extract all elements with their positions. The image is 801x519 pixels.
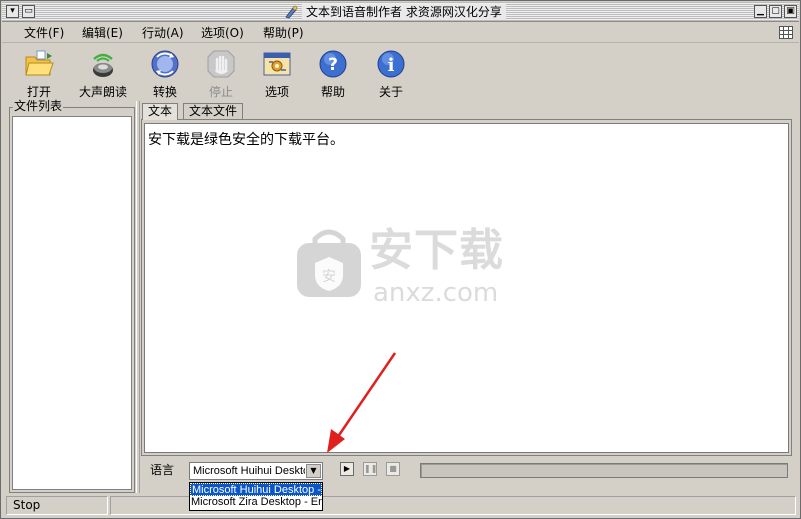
toolbar: 打开 大声朗读 转换 停止 选项 ? 帮助 i 关于 <box>7 45 417 101</box>
read-aloud-button[interactable]: 大声朗读 <box>73 45 133 101</box>
options-button[interactable]: 选项 <box>253 45 301 101</box>
convert-button[interactable]: 转换 <box>141 45 189 101</box>
help-icon: ? <box>319 50 347 78</box>
open-label: 打开 <box>26 85 51 99</box>
system-menu-button[interactable]: ▾ <box>6 5 19 18</box>
stop-label: 停止 <box>208 85 233 99</box>
help-label: 帮助 <box>320 85 345 99</box>
tab-text[interactable]: 文本 <box>142 103 179 120</box>
stop-hand-icon <box>207 50 235 78</box>
help-button[interactable]: ? 帮助 <box>309 45 357 101</box>
restore-small-button[interactable]: ▭ <box>22 5 35 18</box>
playback-progress-bar <box>420 463 788 478</box>
read-aloud-label: 大声朗读 <box>78 85 127 99</box>
status-text: Stop <box>6 496 108 515</box>
app-icon <box>285 5 298 19</box>
editor-frame: 安下载是绿色安全的下载平台。 安 安下载 anxz.com <box>141 119 792 456</box>
convert-label: 转换 <box>152 85 177 99</box>
watermark-badge: 安 <box>322 269 336 285</box>
watermark-en: anxz.com <box>373 278 499 308</box>
app-window: ▾ ▭ 文本到语音制作者 求资源网汉化分享 ▁ ▢ ▣ 文件(F) 编辑(E) … <box>0 0 801 519</box>
text-editor[interactable]: 安下载是绿色安全的下载平台。 安 安下载 anxz.com <box>144 123 789 453</box>
voice-dropdown-list: Microsoft Huihui Desktop - Chinese Micro… <box>189 482 323 511</box>
voice-option-zira[interactable]: Microsoft Zira Desktop - English <box>190 496 322 509</box>
file-list-label: 文件列表 <box>13 99 64 113</box>
svg-text:?: ? <box>328 55 338 75</box>
menu-bar: 文件(F) 编辑(E) 行动(A) 选项(O) 帮助(P) <box>2 23 799 43</box>
status-bar: Stop <box>2 495 799 517</box>
file-list-panel <box>9 107 135 493</box>
info-icon: i <box>377 50 405 78</box>
about-button[interactable]: i 关于 <box>367 45 415 101</box>
open-folder-icon <box>25 50 54 76</box>
window-title: 文本到语音制作者 求资源网汉化分享 <box>302 4 506 20</box>
panel-splitter[interactable] <box>136 101 140 493</box>
menu-file[interactable]: 文件(F) <box>24 25 64 41</box>
about-label: 关于 <box>378 85 403 99</box>
title-bar[interactable]: ▾ ▭ 文本到语音制作者 求资源网汉化分享 ▁ ▢ ▣ <box>2 2 799 22</box>
svg-text:i: i <box>388 55 395 76</box>
options-window-icon <box>263 52 291 76</box>
annotation-arrow-icon <box>327 352 397 453</box>
voice-select[interactable]: Microsoft Huihui Desktop - Chinese ▼ <box>189 462 323 480</box>
menu-options[interactable]: 选项(O) <box>201 25 244 41</box>
watermark-bag-icon: 安 <box>297 229 361 297</box>
stop-button[interactable]: 停止 <box>197 45 245 101</box>
menu-edit[interactable]: 编辑(E) <box>82 25 123 41</box>
file-list[interactable] <box>12 116 132 490</box>
close-button[interactable]: ▣ <box>784 5 797 18</box>
watermark-cn: 安下载 <box>369 225 504 276</box>
pause-icon[interactable]: ❚❚ <box>363 462 377 476</box>
menu-action[interactable]: 行动(A) <box>142 25 184 41</box>
editor-content: 安下载是绿色安全的下载平台。 <box>148 132 344 148</box>
voice-selected-value: Microsoft Huihui Desktop - Chinese <box>193 465 305 477</box>
voice-option-huihui[interactable]: Microsoft Huihui Desktop - Chinese <box>190 483 322 496</box>
watermark: 安 安下载 anxz.com <box>295 219 555 309</box>
play-icon[interactable]: ▶ <box>340 462 354 476</box>
menu-help[interactable]: 帮助(P) <box>263 25 304 41</box>
voice-label: 语言 <box>150 463 175 477</box>
speaker-icon <box>93 53 113 77</box>
convert-icon <box>151 50 179 78</box>
tab-text-file[interactable]: 文本文件 <box>183 103 244 120</box>
open-button[interactable]: 打开 <box>15 45 63 101</box>
grid-icon[interactable] <box>779 26 793 39</box>
options-label: 选项 <box>264 85 289 99</box>
minimize-button[interactable]: ▁ <box>754 5 767 18</box>
stop-icon[interactable]: ■ <box>386 462 400 476</box>
chevron-down-icon[interactable]: ▼ <box>306 464 321 478</box>
maximize-button[interactable]: ▢ <box>769 5 782 18</box>
